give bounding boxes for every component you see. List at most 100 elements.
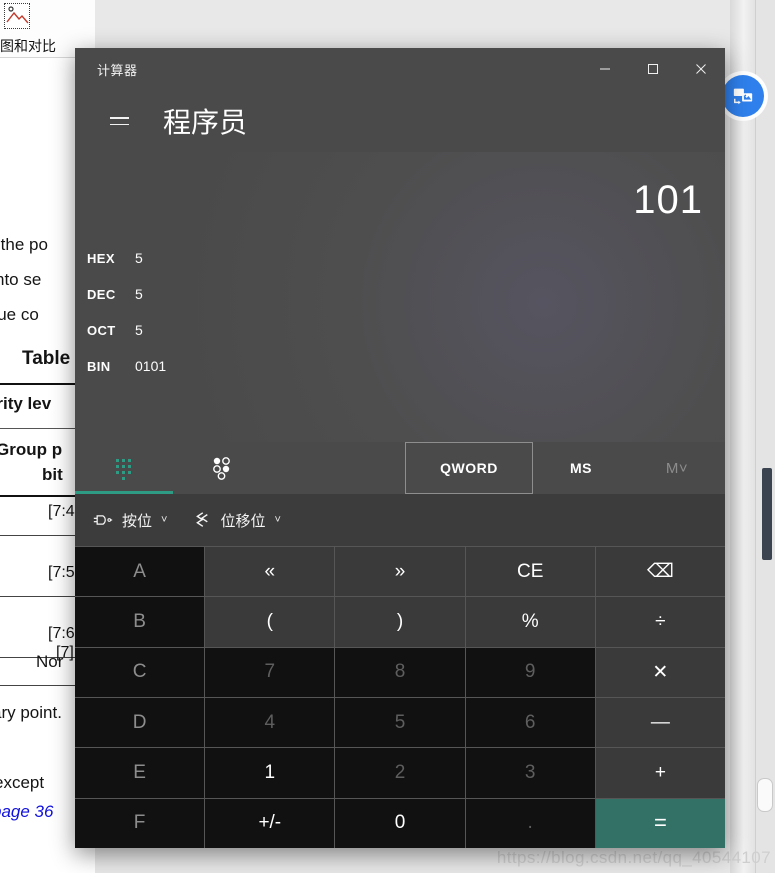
key-equals[interactable]: = <box>595 798 725 848</box>
maximize-icon <box>648 64 658 74</box>
key-add[interactable]: + <box>595 748 725 798</box>
key-f[interactable]: F <box>75 798 205 848</box>
mode-header: 程序员 <box>75 90 725 152</box>
chevron-down-icon: ˅ <box>274 514 281 526</box>
key-e[interactable]: E <box>75 748 205 798</box>
bit-shift-label: 位移位 <box>220 512 266 530</box>
key-paren-open[interactable]: ( <box>205 597 335 647</box>
key-2[interactable]: 2 <box>335 748 465 798</box>
key-5[interactable]: 5 <box>335 697 465 748</box>
screenshot-paste-button[interactable] <box>722 75 764 117</box>
chevron-down-icon: ˅ <box>161 514 168 526</box>
doc-text-line: ary point. <box>0 703 62 722</box>
key-0[interactable]: 0 <box>335 798 465 848</box>
radix-value-hex: 5 <box>135 250 143 266</box>
bitwise-dropdown[interactable]: 按位 ˅ <box>87 502 173 538</box>
minimize-button[interactable] <box>581 48 629 90</box>
scrollbar-track[interactable] <box>755 0 775 873</box>
keypad-grid: A «» CE ⌫ B()% ÷ C 7 8 9 ✕ D 4 5 6— E 1 2 3 + F +/- 0. = <box>75 546 725 848</box>
doc-cross-reference-link[interactable]: page 36 <box>0 802 53 822</box>
key-3[interactable]: 3 <box>465 748 595 798</box>
doc-table-header: bit <box>42 465 63 484</box>
doc-text-line: alue co <box>0 305 39 324</box>
screenshot-paste-icon <box>733 88 753 105</box>
keypad-grid-icon <box>116 459 131 480</box>
radix-value-oct: 5 <box>135 322 143 338</box>
key-c[interactable]: C <box>75 647 205 697</box>
doc-table-cell: [7:4 <box>48 503 75 520</box>
minimize-icon <box>600 68 610 70</box>
scrollbar-thumb[interactable] <box>762 468 772 560</box>
doc-table-caption: Table <box>22 348 71 369</box>
radix-row-bin[interactable]: BIN 0101 <box>87 348 387 384</box>
watermark: https://blog.csdn.net/qq_40544107 <box>496 848 771 867</box>
operations-row: 按位 ˅ 位移位 ˅ <box>75 494 725 546</box>
tabs-row: QWORD MS M˅ <box>75 442 725 494</box>
radix-value-bin: 0101 <box>135 358 167 374</box>
display-result: 101 <box>633 178 703 222</box>
key-9[interactable]: 9 <box>465 647 595 697</box>
memory-store-button[interactable]: MS <box>533 442 629 494</box>
radix-label-oct: OCT <box>87 322 116 338</box>
radix-label-dec: DEC <box>87 286 116 302</box>
radix-row-hex[interactable]: HEX 5 <box>87 240 387 276</box>
doc-table-cell: Nor <box>36 652 64 671</box>
key-divide[interactable]: ÷ <box>595 597 725 647</box>
doc-text-line: except <box>0 773 45 792</box>
tab-keypad[interactable] <box>75 442 173 494</box>
key-1[interactable]: 1 <box>205 748 335 798</box>
key-negate[interactable]: +/- <box>205 798 335 848</box>
memory-dropdown-button[interactable]: M˅ <box>629 442 725 494</box>
doc-table-cell: [7:5 <box>48 564 75 581</box>
key-subtract[interactable]: — <box>595 697 725 748</box>
key-d[interactable]: D <box>75 697 205 748</box>
display-area: 101 HEX 5 DEC 5 OCT 5 BIN 0101 <box>75 152 725 442</box>
word-size-button[interactable]: QWORD <box>405 442 533 494</box>
hamburger-menu-icon[interactable] <box>97 99 141 143</box>
key-rshift[interactable]: » <box>335 547 465 597</box>
key-paren-close[interactable]: ) <box>335 597 465 647</box>
calculator-window: 计算器 程序员 101 HEX 5 DEC 5 OCT 5 BIN 0101 Q… <box>75 48 725 848</box>
bit-shift-icon <box>196 512 209 527</box>
bit-shift-dropdown[interactable]: 位移位 ˅ <box>185 502 286 538</box>
key-multiply[interactable]: ✕ <box>595 647 725 697</box>
doc-table-header: ority lev <box>0 394 52 413</box>
key-backspace[interactable]: ⌫ <box>595 547 725 597</box>
key-6[interactable]: 6 <box>465 697 595 748</box>
tab-bit-toggle[interactable] <box>173 442 271 494</box>
key-b[interactable]: B <box>75 597 205 647</box>
bitwise-label: 按位 <box>122 512 153 530</box>
broken-image-icon <box>4 3 30 29</box>
key-7[interactable]: 7 <box>205 647 335 697</box>
key-4[interactable]: 4 <box>205 697 335 748</box>
close-icon <box>696 64 706 74</box>
doc-text-line: s into se <box>0 270 42 289</box>
key-percent[interactable]: % <box>465 597 595 647</box>
title-bar[interactable]: 计算器 <box>75 48 725 90</box>
memory-button-group: QWORD MS M˅ <box>405 442 725 494</box>
key-ce[interactable]: CE <box>465 547 595 597</box>
document-toolbar-label: 图和对比 <box>0 38 56 54</box>
radix-label-bin: BIN <box>87 358 111 374</box>
window-title: 计算器 <box>97 62 138 78</box>
radix-row-oct[interactable]: OCT 5 <box>87 312 387 348</box>
doc-text-line: es the po <box>0 235 48 254</box>
page-edge <box>730 0 755 873</box>
key-decimal[interactable]: . <box>465 798 595 848</box>
tabs-spacer <box>271 442 405 494</box>
scroll-marker[interactable] <box>757 778 773 812</box>
doc-table-cell: [7:6 <box>48 625 75 642</box>
calculator-mode-title: 程序员 <box>163 107 248 138</box>
radix-value-dec: 5 <box>135 286 143 302</box>
close-button[interactable] <box>677 48 725 90</box>
logic-gate-icon <box>93 515 113 525</box>
radix-conversion-list: HEX 5 DEC 5 OCT 5 BIN 0101 <box>87 240 387 384</box>
key-lshift[interactable]: « <box>205 547 335 597</box>
key-8[interactable]: 8 <box>335 647 465 697</box>
radix-row-dec[interactable]: DEC 5 <box>87 276 387 312</box>
doc-table-header: Group p <box>0 440 63 459</box>
bit-toggle-icon <box>213 457 230 480</box>
key-a[interactable]: A <box>75 547 205 597</box>
radix-label-hex: HEX <box>87 250 115 266</box>
maximize-button[interactable] <box>629 48 677 90</box>
